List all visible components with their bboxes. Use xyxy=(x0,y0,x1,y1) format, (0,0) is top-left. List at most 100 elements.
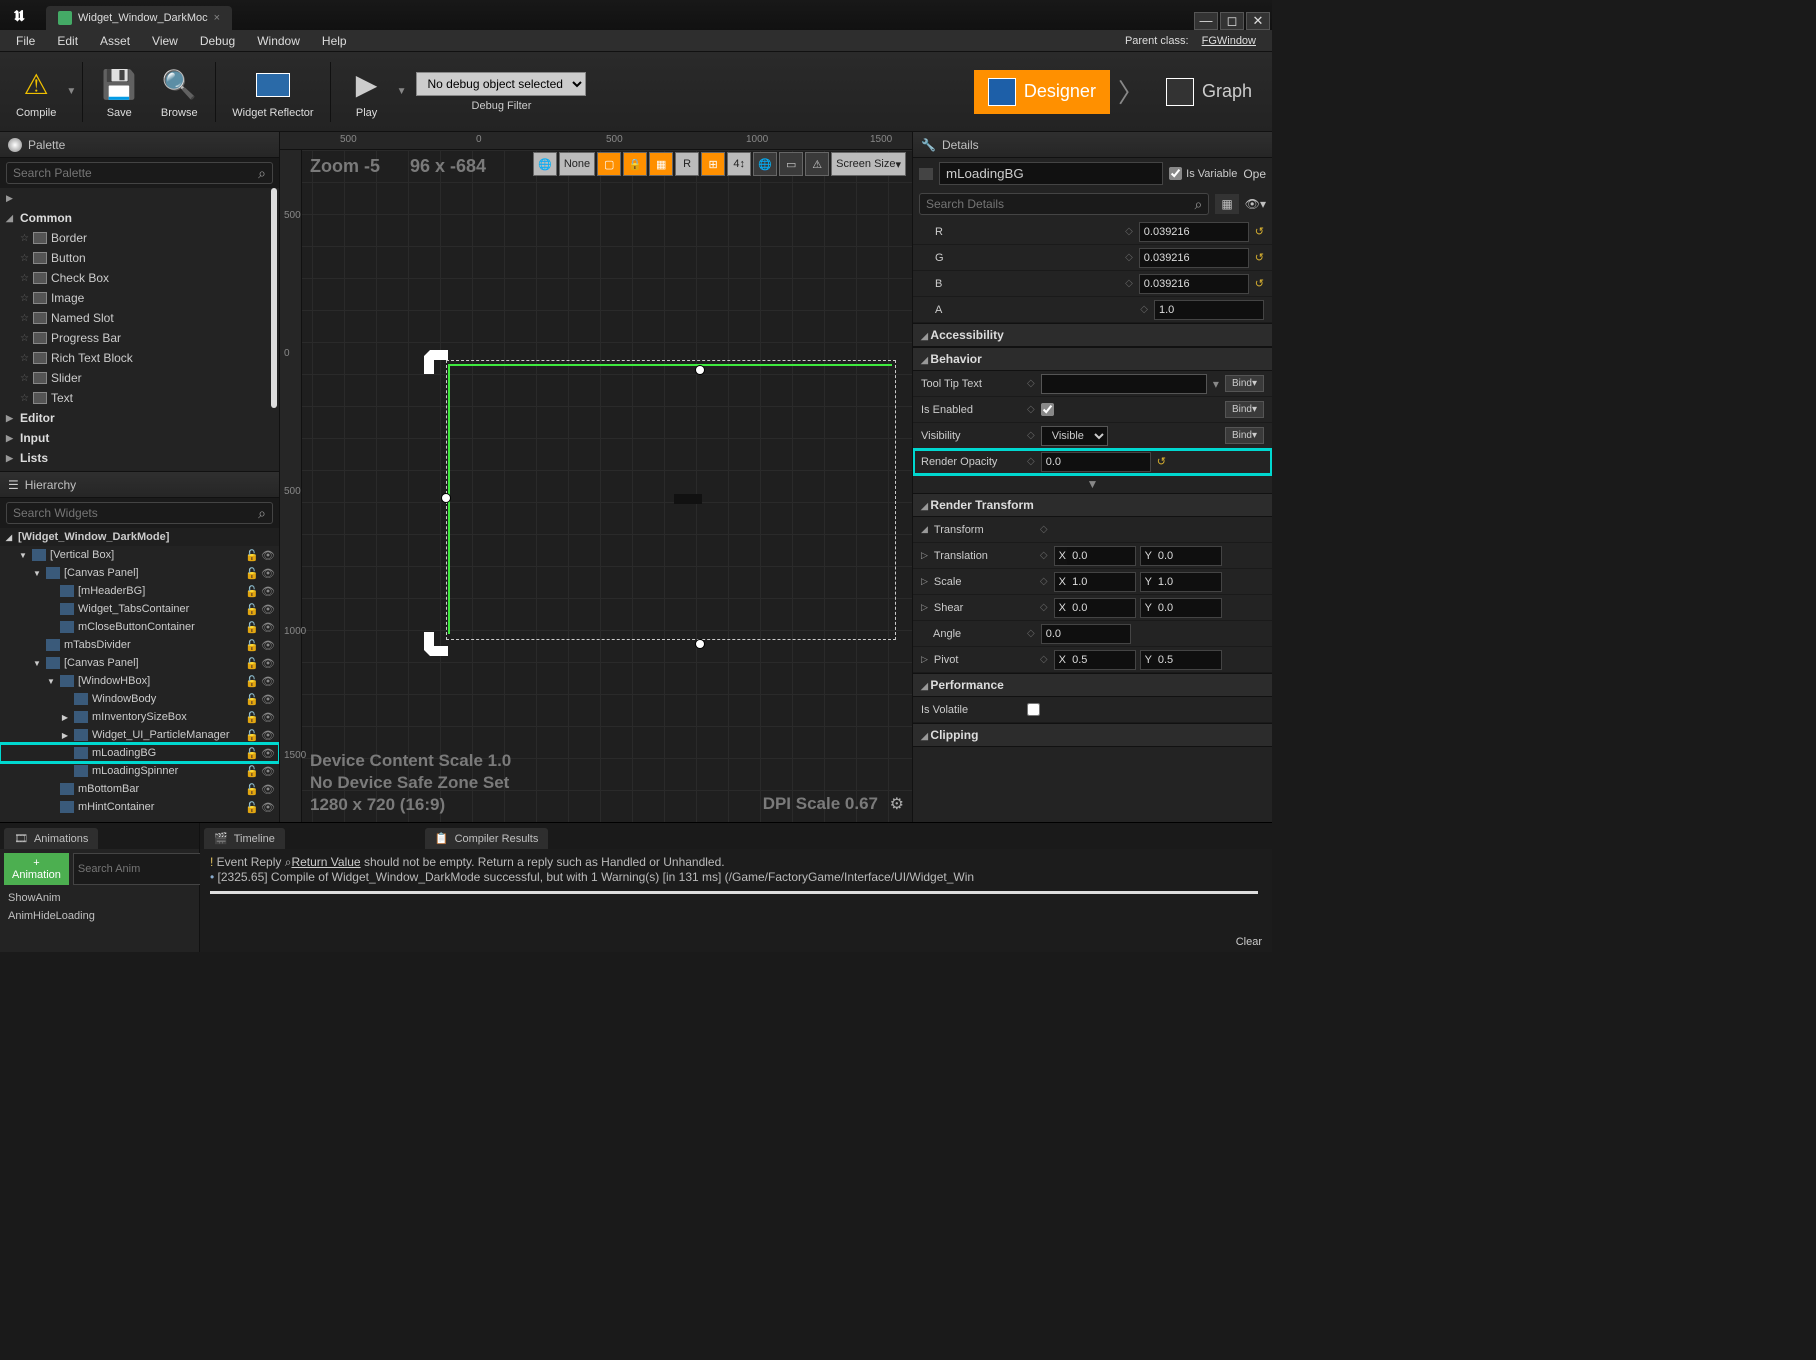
designer-mode-tab[interactable]: Designer xyxy=(974,70,1110,114)
hierarchy-row[interactable]: ▶Widget_UI_ParticleManager🔓👁 xyxy=(0,726,279,744)
palette-search-input[interactable] xyxy=(13,166,258,180)
warning-button[interactable]: ⚠ xyxy=(805,152,829,176)
lock-toggle[interactable]: 🔒 xyxy=(623,152,647,176)
menu-view[interactable]: View xyxy=(142,32,188,50)
cat-render-transform[interactable]: Render Transform xyxy=(913,493,1272,517)
parent-class-link[interactable]: FGWindow xyxy=(1202,35,1256,47)
hierarchy-search-input[interactable] xyxy=(13,506,258,520)
snap-button[interactable]: 4↕ xyxy=(727,152,751,176)
palette-item[interactable]: ☆Named Slot xyxy=(0,308,279,328)
shear-y-input[interactable] xyxy=(1140,598,1222,618)
animation-list[interactable]: ShowAnim AnimHideLoading xyxy=(0,889,199,925)
cat-accessibility[interactable]: Accessibility xyxy=(913,323,1272,347)
hierarchy-row[interactable]: ▼[Canvas Panel]🔓👁 xyxy=(0,654,279,672)
reset-icon[interactable]: ↺ xyxy=(1157,455,1166,468)
is-volatile-checkbox[interactable] xyxy=(1027,703,1040,716)
compile-button[interactable]: ⚠ Compile xyxy=(6,61,66,123)
menu-edit[interactable]: Edit xyxy=(47,32,88,50)
details-body[interactable]: R◇↺ G◇↺ B◇↺ A◇ Accessibility Behavior To… xyxy=(913,219,1272,822)
bind-button[interactable]: Bind▾ xyxy=(1225,375,1264,392)
expand-arrow-icon[interactable]: ▼ xyxy=(913,475,1272,493)
view-options-button[interactable]: ▦ xyxy=(1215,194,1238,214)
animations-tab[interactable]: 🎞Animations xyxy=(4,828,98,849)
none-button[interactable]: None xyxy=(559,152,595,176)
reset-icon[interactable]: ↺ xyxy=(1255,277,1264,290)
menu-window[interactable]: Window xyxy=(247,32,310,50)
reset-icon[interactable]: ↺ xyxy=(1255,225,1264,238)
hierarchy-row[interactable]: mCloseButtonContainer🔓👁 xyxy=(0,618,279,636)
debug-object-select[interactable]: No debug object selected xyxy=(416,72,586,96)
document-tab[interactable]: Widget_Window_DarkMoc × xyxy=(46,6,232,30)
hierarchy-row[interactable]: mHintContainer🔓👁 xyxy=(0,798,279,816)
cat-performance[interactable]: Performance xyxy=(913,673,1272,697)
palette-tree[interactable]: ▶ ◢Common ☆Border☆Button☆Check Box☆Image… xyxy=(0,188,279,471)
viewport[interactable]: 500 0 500 1000 1500 500 0 500 1000 1500 … xyxy=(280,132,912,822)
minimize-button[interactable]: — xyxy=(1194,12,1218,30)
palette-item[interactable]: ☆Slider xyxy=(0,368,279,388)
clear-button[interactable]: Clear xyxy=(1236,936,1262,948)
r-button[interactable]: R xyxy=(675,152,699,176)
gear-icon[interactable]: ⚙ xyxy=(890,794,904,814)
visibility-select[interactable]: Visible xyxy=(1041,426,1108,446)
grid-toggle[interactable]: ▦ xyxy=(649,152,673,176)
compiler-output[interactable]: ! Event Reply ⌕Return Value should not b… xyxy=(200,849,1272,952)
hierarchy-search[interactable]: ⌕ xyxy=(6,502,273,524)
globe-button[interactable]: 🌐 xyxy=(533,152,557,176)
translation-x-input[interactable] xyxy=(1054,546,1136,566)
hierarchy-row[interactable]: mBottomBar🔓👁 xyxy=(0,780,279,798)
menu-help[interactable]: Help xyxy=(312,32,357,50)
color-b-input[interactable] xyxy=(1139,274,1249,294)
details-search[interactable]: ⌕ xyxy=(919,193,1209,215)
hierarchy-row[interactable]: ▼[Vertical Box]🔓👁 xyxy=(0,546,279,564)
anchor-icon-tl[interactable] xyxy=(420,346,450,376)
tooltip-input[interactable] xyxy=(1041,374,1207,394)
hierarchy-row[interactable]: ▶mInventorySizeBox🔓👁 xyxy=(0,708,279,726)
maximize-button[interactable]: ◻ xyxy=(1220,12,1244,30)
eye-icon[interactable]: 👁▾ xyxy=(1245,197,1266,211)
widget-name-input[interactable] xyxy=(939,162,1163,185)
menu-asset[interactable]: Asset xyxy=(90,32,140,50)
hierarchy-row[interactable]: WindowBody🔓👁 xyxy=(0,690,279,708)
menu-debug[interactable]: Debug xyxy=(190,32,245,50)
is-variable-checkbox[interactable]: Is Variable xyxy=(1169,167,1237,180)
pivot-x-input[interactable] xyxy=(1054,650,1136,670)
reset-icon[interactable]: ↺ xyxy=(1255,251,1264,264)
resize-handle-bottom[interactable] xyxy=(696,640,704,648)
translation-y-input[interactable] xyxy=(1140,546,1222,566)
palette-item[interactable]: ☆Image xyxy=(0,288,279,308)
close-tab-icon[interactable]: × xyxy=(214,12,220,24)
shear-x-input[interactable] xyxy=(1054,598,1136,618)
details-search-input[interactable] xyxy=(926,197,1195,211)
browse-button[interactable]: 🔍 Browse xyxy=(149,61,209,123)
hierarchy-row[interactable]: mLoadingSpinner🔓👁 xyxy=(0,762,279,780)
open-button[interactable]: Ope xyxy=(1243,167,1266,181)
palette-item[interactable]: ☆Text xyxy=(0,388,279,408)
add-animation-button[interactable]: + Animation xyxy=(4,853,69,885)
timeline-tab[interactable]: 🎬Timeline xyxy=(204,828,285,849)
hierarchy-row[interactable]: mTabsDivider🔓👁 xyxy=(0,636,279,654)
animation-item[interactable]: AnimHideLoading xyxy=(0,907,199,925)
palette-item[interactable]: ☆Rich Text Block xyxy=(0,348,279,368)
palette-item[interactable]: ☆Border xyxy=(0,228,279,248)
hierarchy-tree[interactable]: ◢[Widget_Window_DarkMode] ▼[Vertical Box… xyxy=(0,528,279,822)
hierarchy-row[interactable]: ▼[WindowHBox]🔓👁 xyxy=(0,672,279,690)
color-r-input[interactable] xyxy=(1139,222,1249,242)
widget-reflector-button[interactable]: Widget Reflector xyxy=(222,61,323,123)
anchor-icon-bl[interactable] xyxy=(420,630,450,660)
is-enabled-checkbox[interactable] xyxy=(1041,403,1054,416)
layout-toggle[interactable]: ⊞ xyxy=(701,152,725,176)
animation-item[interactable]: ShowAnim xyxy=(0,889,199,907)
locale-button[interactable]: 🌐 xyxy=(753,152,777,176)
render-opacity-input[interactable] xyxy=(1041,452,1151,472)
hierarchy-row[interactable]: mLoadingBG🔓👁 xyxy=(0,744,279,762)
bind-button[interactable]: Bind▾ xyxy=(1225,401,1264,418)
color-g-input[interactable] xyxy=(1139,248,1249,268)
resize-handle-left[interactable] xyxy=(442,494,450,502)
resize-handle-top[interactable] xyxy=(696,366,704,374)
menu-file[interactable]: File xyxy=(6,32,45,50)
play-button[interactable]: ▶ Play xyxy=(337,61,397,123)
graph-mode-tab[interactable]: Graph xyxy=(1152,70,1266,114)
palette-search[interactable]: ⌕ xyxy=(6,162,273,184)
palette-item[interactable]: ☆Button xyxy=(0,248,279,268)
cat-behavior[interactable]: Behavior xyxy=(913,347,1272,371)
